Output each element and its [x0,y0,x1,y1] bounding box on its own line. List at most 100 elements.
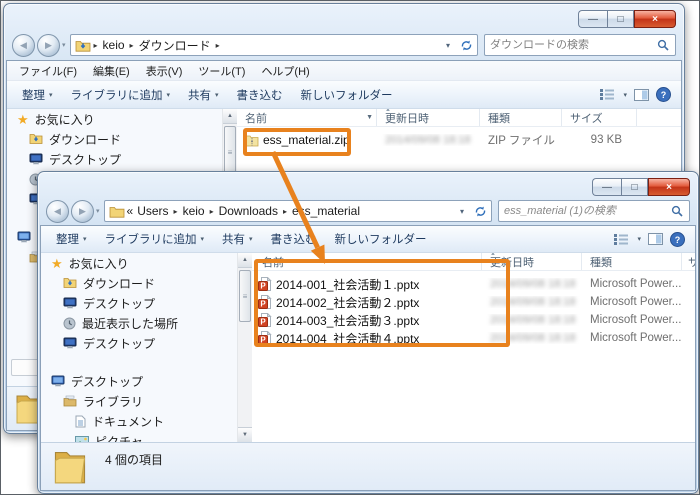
help-icon[interactable]: ? [656,87,671,102]
history-dropdown-icon[interactable]: ▾ [62,41,66,49]
views-icon[interactable] [599,88,616,101]
breadcrumb-keio[interactable]: keio [183,204,205,218]
column-size[interactable]: サイズ [682,253,695,270]
titlebar[interactable]: — □ × [38,172,698,196]
menu-tools[interactable]: ツール(T) [190,63,253,79]
address-bar[interactable]: ▸ keio ▸ ダウンロード ▸ ▾ [70,34,458,56]
menu-edit[interactable]: 編集(E) [85,63,138,79]
chevron-down-icon: ▾ [215,91,219,99]
burn-button[interactable]: 書き込む [262,228,326,250]
refresh-button[interactable] [456,34,478,56]
desktop-icon [63,337,77,349]
back-arrow-icon: ◀ [54,206,61,217]
organize-button[interactable]: 整理▾ [13,84,62,106]
svg-text:?: ? [661,90,667,100]
scroll-up-button[interactable]: ▲ [238,253,252,268]
column-type[interactable]: 種類 [480,109,562,126]
views-dropdown-icon[interactable]: ▾ [637,235,641,243]
sidebar-item-libraries[interactable]: ライブラリ [41,391,237,411]
sidebar-item-downloads[interactable]: ダウンロード [41,273,237,293]
organize-button[interactable]: 整理▾ [47,228,96,250]
sidebar-item-favorites[interactable]: ★お気に入り [41,253,237,273]
sidebar-item-desktop[interactable]: デスクトップ [7,149,222,169]
menu-file[interactable]: ファイル(F) [11,63,85,79]
help-icon[interactable]: ? [670,232,685,247]
add-to-library-label: ライブラリに追加 [105,231,197,247]
column-label: 更新日時 [385,110,429,126]
add-to-library-button[interactable]: ライブラリに追加▾ [96,228,214,250]
minimize-button[interactable]: — [578,10,607,28]
scroll-up-button[interactable]: ▲ [223,109,237,124]
address-bar[interactable]: « Users ▸ keio ▸ Downloads ▸ ess_materia… [104,200,472,222]
back-button[interactable]: ◀ [12,34,35,57]
views-icon[interactable] [613,233,630,246]
column-filter-icon[interactable]: ▼ [366,114,373,121]
navigation-bar: ◀ ▶ ▾ « Users ▸ keio ▸ Downloads ▸ ess_m… [38,196,698,226]
new-folder-label: 新しいフォルダー [301,87,393,103]
downloads-folder-icon [29,133,43,145]
forward-arrow-icon: ▶ [45,40,52,51]
forward-button[interactable]: ▶ [37,34,60,57]
folder-icon [109,205,125,218]
scroll-down-icon: ▼ [242,432,248,438]
add-to-library-button[interactable]: ライブラリに追加▾ [62,84,180,106]
preview-pane-icon[interactable] [634,89,649,101]
titlebar[interactable]: — □ × [4,4,684,30]
column-size[interactable]: サイズ [562,109,637,126]
sidebar-item-desktop[interactable]: デスクトップ [41,293,237,313]
share-button[interactable]: 共有▾ [179,84,228,106]
column-type[interactable]: 種類 [582,253,682,270]
preview-pane-icon[interactable] [648,233,663,245]
forward-button[interactable]: ▶ [71,200,94,223]
breadcrumb-users[interactable]: Users [137,204,168,218]
highlight-box-pptx-files [254,259,510,347]
close-icon: × [666,182,672,193]
libraries-icon [63,395,77,407]
search-input[interactable] [504,205,671,217]
history-dropdown-icon[interactable]: ▾ [96,207,100,215]
close-button[interactable]: × [648,178,690,196]
item-count-label: 4 個の項目 [105,451,163,468]
back-button[interactable]: ◀ [46,200,69,223]
search-input[interactable] [490,39,657,51]
sort-ascending-icon: ▲ [490,253,496,257]
new-folder-button[interactable]: 新しいフォルダー [292,84,402,106]
sidebar-item-favorites[interactable]: ★お気に入り [7,109,222,129]
close-button[interactable]: × [634,10,676,28]
maximize-button[interactable]: □ [621,178,648,196]
address-dropdown-icon[interactable]: ▾ [443,41,453,50]
sidebar-item-pictures[interactable]: ピクチャ [41,431,237,442]
column-name[interactable]: 名前▼ [237,109,377,126]
search-box[interactable] [484,34,676,56]
breadcrumb-downloads[interactable]: Downloads [219,204,278,218]
sidebar-item-desktop-root[interactable]: デスクトップ [41,371,237,391]
minimize-button[interactable]: — [592,178,621,196]
new-folder-button[interactable]: 新しいフォルダー [326,228,436,250]
sidebar-item-downloads[interactable]: ダウンロード [7,129,222,149]
share-button[interactable]: 共有▾ [213,228,262,250]
search-box[interactable] [498,200,690,222]
sidebar-item-documents[interactable]: ドキュメント [41,411,237,431]
tree-scrollbar[interactable]: ▲ ≡ ▼ [237,253,252,442]
menu-help[interactable]: ヘルプ(H) [253,63,317,79]
breadcrumb-keio[interactable]: keio [103,38,125,52]
share-label: 共有 [222,231,245,247]
refresh-button[interactable] [470,200,492,222]
breadcrumb-prefix: « [127,204,134,218]
breadcrumb-ess-material[interactable]: ess_material [292,204,360,218]
scrollbar-thumb[interactable]: ≡ [239,270,251,322]
burn-button[interactable]: 書き込む [228,84,292,106]
navigation-bar: ◀ ▶ ▾ ▸ keio ▸ ダウンロード ▸ ▾ [4,30,684,60]
menu-view[interactable]: 表示(V) [138,63,191,79]
sidebar-label: ピクチャ [95,433,143,443]
sidebar-label: お気に入り [69,255,129,272]
sidebar-item-desktop[interactable]: デスクトップ [41,333,237,353]
views-dropdown-icon[interactable]: ▾ [623,91,627,99]
address-dropdown-icon[interactable]: ▾ [457,207,467,216]
scroll-down-button[interactable]: ▼ [238,427,252,442]
minimize-icon: — [588,14,598,25]
sidebar-item-recent-places[interactable]: 最近表示した場所 [41,313,237,333]
column-date[interactable]: ▲更新日時 [377,109,480,126]
breadcrumb-downloads[interactable]: ダウンロード [139,37,211,54]
maximize-button[interactable]: □ [607,10,634,28]
